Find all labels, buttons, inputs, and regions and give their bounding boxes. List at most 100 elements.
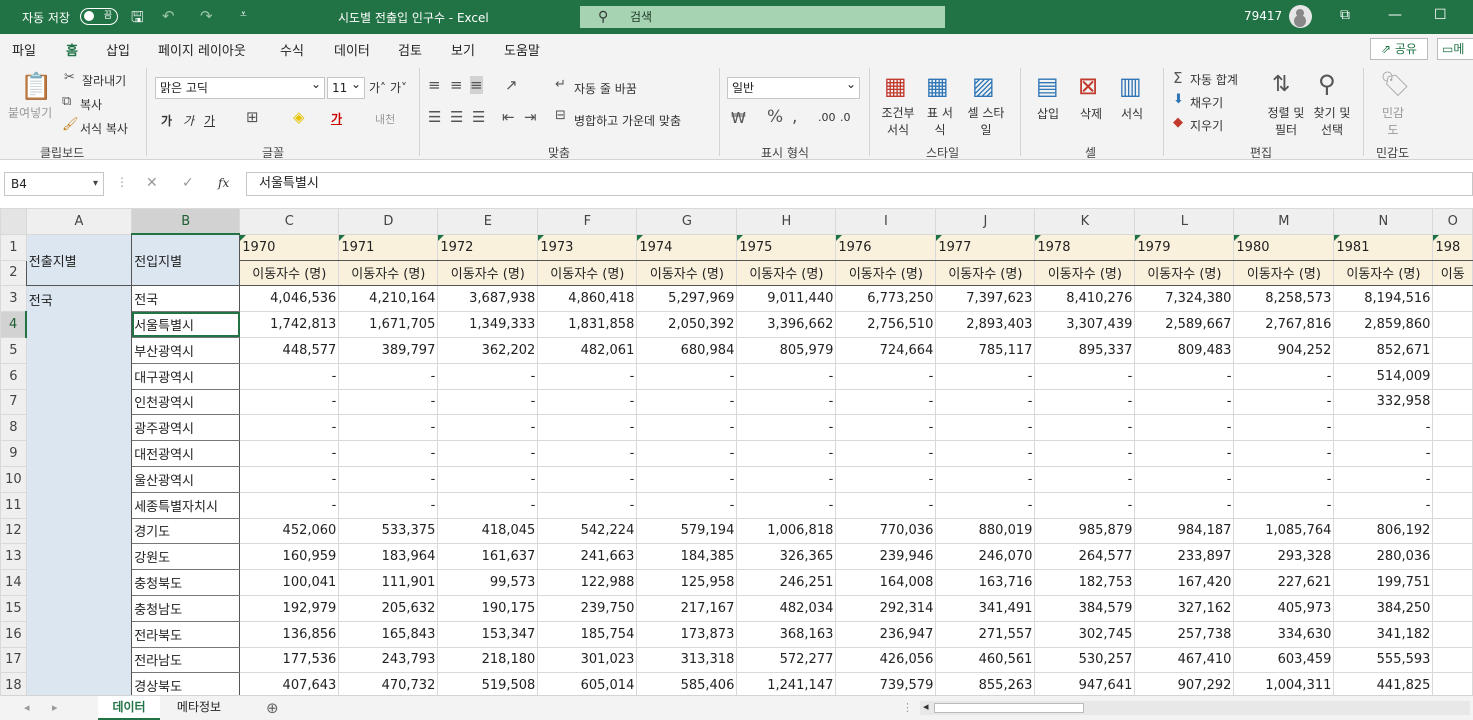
- value-cell[interactable]: -: [338, 491, 439, 519]
- unit-header-cell[interactable]: 이동자수 (명): [1134, 259, 1235, 287]
- value-cell[interactable]: -: [239, 388, 340, 416]
- wrap-text-button[interactable]: 자동 줄 바꿈: [574, 80, 637, 97]
- value-cell[interactable]: 467,410: [1134, 646, 1235, 674]
- value-cell[interactable]: 246,070: [935, 543, 1036, 571]
- value-cell[interactable]: -: [636, 491, 738, 519]
- origin-cell[interactable]: [25, 569, 133, 596]
- value-cell[interactable]: 514,009: [1333, 362, 1434, 390]
- value-cell[interactable]: 1,349,333: [437, 311, 539, 338]
- font-color-icon[interactable]: 가: [331, 110, 342, 127]
- value-cell[interactable]: 572,277: [736, 646, 837, 674]
- value-cell[interactable]: 301,023: [537, 646, 638, 674]
- menu-review[interactable]: 검토: [398, 40, 422, 59]
- value-cell[interactable]: [1432, 569, 1473, 596]
- column-header-h[interactable]: H: [736, 208, 837, 235]
- year-header-cell[interactable]: 1976: [835, 233, 937, 261]
- cell-style-button[interactable]: 셀 스타일: [964, 104, 1008, 138]
- conditional-format-button[interactable]: 조건부 서식: [880, 104, 916, 138]
- destination-cell[interactable]: 충청북도: [131, 569, 241, 596]
- value-cell[interactable]: 770,036: [835, 517, 937, 545]
- value-cell[interactable]: [1432, 440, 1473, 467]
- value-cell[interactable]: 806,192: [1333, 517, 1434, 545]
- unit-header-cell[interactable]: 이동: [1432, 259, 1473, 287]
- value-cell[interactable]: 585,406: [636, 672, 738, 695]
- value-cell[interactable]: -: [537, 440, 638, 467]
- value-cell[interactable]: 122,988: [537, 569, 638, 596]
- value-cell[interactable]: [1432, 465, 1473, 493]
- destination-cell[interactable]: 경기도: [131, 517, 241, 545]
- find-select-button[interactable]: 찾기 및 선택: [1310, 104, 1354, 138]
- year-header-cell[interactable]: 1972: [437, 233, 539, 261]
- wrap-text-icon[interactable]: ↵: [555, 77, 566, 92]
- origin-cell[interactable]: [25, 543, 133, 570]
- origin-cell[interactable]: 전국: [25, 285, 133, 312]
- value-cell[interactable]: 519,508: [437, 672, 539, 695]
- maximize-icon[interactable]: ☐: [1434, 7, 1447, 23]
- next-sheet-icon[interactable]: ▸: [52, 701, 58, 714]
- value-cell[interactable]: -: [1134, 388, 1235, 416]
- menu-help[interactable]: 도움말: [504, 40, 540, 59]
- font-size-select[interactable]: 11: [327, 74, 365, 99]
- value-cell[interactable]: -: [835, 465, 937, 493]
- value-cell[interactable]: [1432, 491, 1473, 519]
- value-cell[interactable]: 384,250: [1333, 594, 1434, 622]
- user-avatar[interactable]: [1289, 5, 1312, 28]
- value-cell[interactable]: 3,307,439: [1034, 311, 1136, 338]
- cut-button[interactable]: 잘라내기: [82, 72, 126, 89]
- scroll-split-icon[interactable]: ⋮: [902, 701, 913, 714]
- autosave-toggle[interactable]: 끔: [80, 8, 118, 25]
- year-header-cell[interactable]: 1980: [1233, 233, 1335, 261]
- value-cell[interactable]: 482,034: [736, 594, 837, 622]
- border-icon[interactable]: ⊞: [246, 108, 259, 126]
- value-cell[interactable]: 904,252: [1233, 336, 1335, 364]
- value-cell[interactable]: 218,180: [437, 646, 539, 674]
- value-cell[interactable]: [1432, 414, 1473, 442]
- row-header[interactable]: 7: [0, 388, 27, 416]
- align-right-icon[interactable]: ☰: [472, 108, 485, 126]
- value-cell[interactable]: [1432, 672, 1473, 695]
- value-cell[interactable]: -: [736, 465, 837, 493]
- value-cell[interactable]: -: [1134, 362, 1235, 390]
- increase-decimal-icon[interactable]: .00: [818, 111, 836, 124]
- align-left-icon[interactable]: ☰: [428, 108, 441, 126]
- value-cell[interactable]: 739,579: [835, 672, 937, 695]
- number-format-select[interactable]: 일반: [727, 74, 860, 99]
- value-cell[interactable]: 2,767,816: [1233, 311, 1335, 338]
- value-cell[interactable]: 334,630: [1233, 620, 1335, 648]
- value-cell[interactable]: 182,753: [1034, 569, 1136, 596]
- value-cell[interactable]: -: [437, 440, 539, 467]
- value-cell[interactable]: 785,117: [935, 336, 1036, 364]
- value-cell[interactable]: -: [1034, 362, 1136, 390]
- value-cell[interactable]: -: [437, 465, 539, 493]
- destination-cell[interactable]: 강원도: [131, 543, 241, 571]
- value-cell[interactable]: -: [1233, 491, 1335, 519]
- origin-cell[interactable]: [25, 311, 133, 338]
- value-cell[interactable]: 405,973: [1233, 594, 1335, 622]
- column-header-o[interactable]: O: [1432, 208, 1473, 235]
- format-cells-button[interactable]: 서식: [1121, 105, 1143, 122]
- value-cell[interactable]: -: [1034, 388, 1136, 416]
- value-cell[interactable]: 1,085,764: [1233, 517, 1335, 545]
- comma-icon[interactable]: ,: [792, 107, 797, 127]
- year-header-cell[interactable]: 1975: [736, 233, 837, 261]
- value-cell[interactable]: 555,593: [1333, 646, 1434, 674]
- row-header[interactable]: 5: [0, 336, 27, 364]
- underline-icon[interactable]: 가: [204, 112, 215, 129]
- align-center-icon[interactable]: ☰: [450, 108, 463, 126]
- origin-cell[interactable]: [25, 621, 133, 648]
- value-cell[interactable]: 724,664: [835, 336, 937, 364]
- column-header-b[interactable]: B: [131, 208, 241, 236]
- unit-header-cell[interactable]: 이동자수 (명): [935, 259, 1036, 287]
- value-cell[interactable]: 880,019: [935, 517, 1036, 545]
- value-cell[interactable]: -: [736, 491, 837, 519]
- menu-page-layout[interactable]: 페이지 레이아웃: [158, 40, 246, 59]
- value-cell[interactable]: 9,011,440: [736, 285, 837, 313]
- value-cell[interactable]: -: [1034, 440, 1136, 467]
- percent-icon[interactable]: %: [767, 107, 783, 127]
- autosum-icon[interactable]: Σ: [1173, 69, 1182, 87]
- value-cell[interactable]: 341,182: [1333, 620, 1434, 648]
- value-cell[interactable]: 3,687,938: [437, 285, 539, 313]
- format-table-button[interactable]: 표 서식: [923, 104, 957, 138]
- merge-icon[interactable]: ⊟: [555, 108, 566, 123]
- italic-icon[interactable]: 가: [183, 112, 194, 129]
